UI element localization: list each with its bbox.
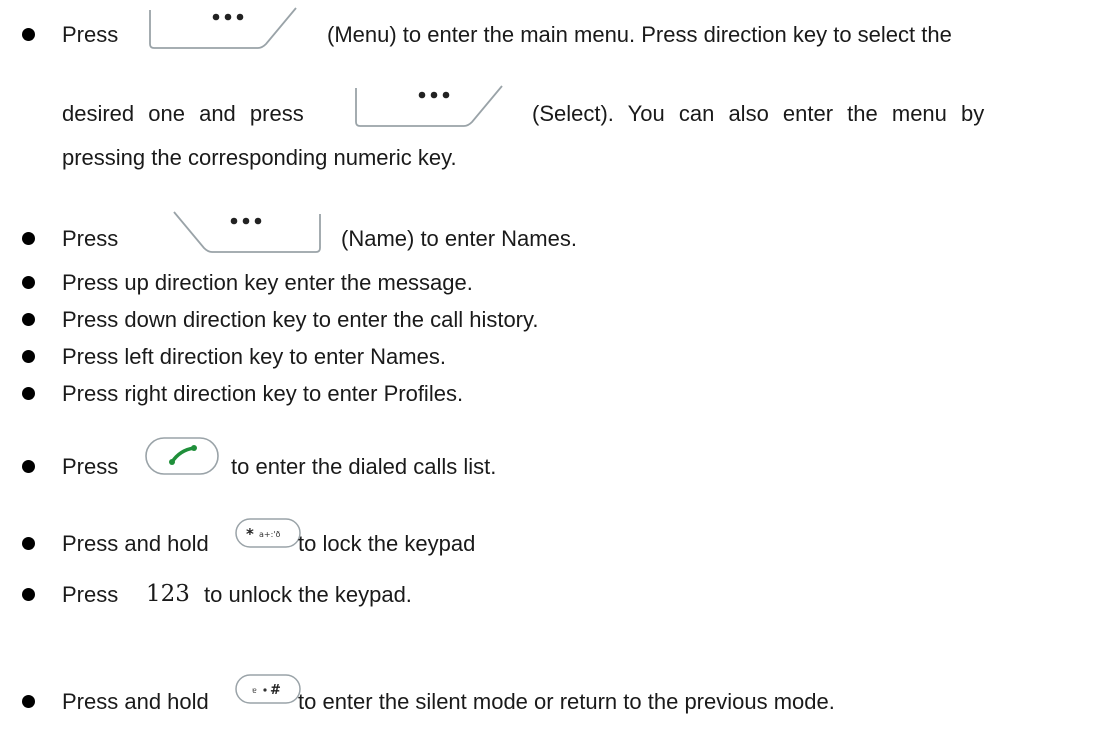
item-5-text: Press left direction key to enter Names. <box>62 344 446 369</box>
item-2-before: Press <box>62 226 119 251</box>
bullet <box>22 537 35 550</box>
star-key-icon: * a+:'ð <box>235 518 301 548</box>
svg-text:#: # <box>270 683 281 698</box>
svg-text:*: * <box>246 525 254 543</box>
item-3-text: Press up direction key enter the message… <box>62 270 473 295</box>
item-8-before: Press and hold <box>62 531 209 556</box>
left-softkey-icon <box>149 7 297 49</box>
manual-page: Press (Menu) to enter the main menu. Pre… <box>0 0 1120 729</box>
item-4-text: Press down direction key to enter the ca… <box>62 307 539 332</box>
bullet <box>22 460 35 473</box>
item-1-line-3: pressing the corresponding numeric key. <box>62 145 457 170</box>
item-9-after: to unlock the keypad. <box>204 582 412 607</box>
item-1-line-2-before: desired one and press <box>62 101 304 126</box>
item-8-after: to lock the keypad <box>298 531 476 556</box>
unlock-key-number: 123 <box>146 581 190 607</box>
item-2-after: (Name) to enter Names. <box>341 226 577 251</box>
right-softkey-icon <box>173 211 321 253</box>
left-softkey-icon <box>355 85 503 127</box>
svg-text:ɐ: ɐ <box>252 686 257 695</box>
svg-text:a+:'ð: a+:'ð <box>259 530 281 539</box>
bullet <box>22 313 35 326</box>
item-1-line-1-before: Press <box>62 22 119 47</box>
item-7-before: Press <box>62 454 119 479</box>
bullet <box>22 387 35 400</box>
bullet <box>22 232 35 245</box>
item-7-after: to enter the dialed calls list. <box>231 454 497 479</box>
bullet <box>22 276 35 289</box>
bullet <box>22 350 35 363</box>
item-10-after: to enter the silent mode or return to th… <box>298 689 835 714</box>
call-key-icon <box>145 437 219 475</box>
hash-key-icon: ɐ # <box>235 674 301 704</box>
item-10-before: Press and hold <box>62 689 209 714</box>
item-1-line-2-after: (Select). You can also enter the menu by <box>532 101 985 126</box>
bullet <box>22 588 35 601</box>
item-6-text: Press right direction key to enter Profi… <box>62 381 464 406</box>
bullet <box>22 695 35 708</box>
item-9-before: Press <box>62 582 119 607</box>
item-1-line-1-after: (Menu) to enter the main menu. Press dir… <box>327 22 952 47</box>
bullet <box>22 28 35 41</box>
